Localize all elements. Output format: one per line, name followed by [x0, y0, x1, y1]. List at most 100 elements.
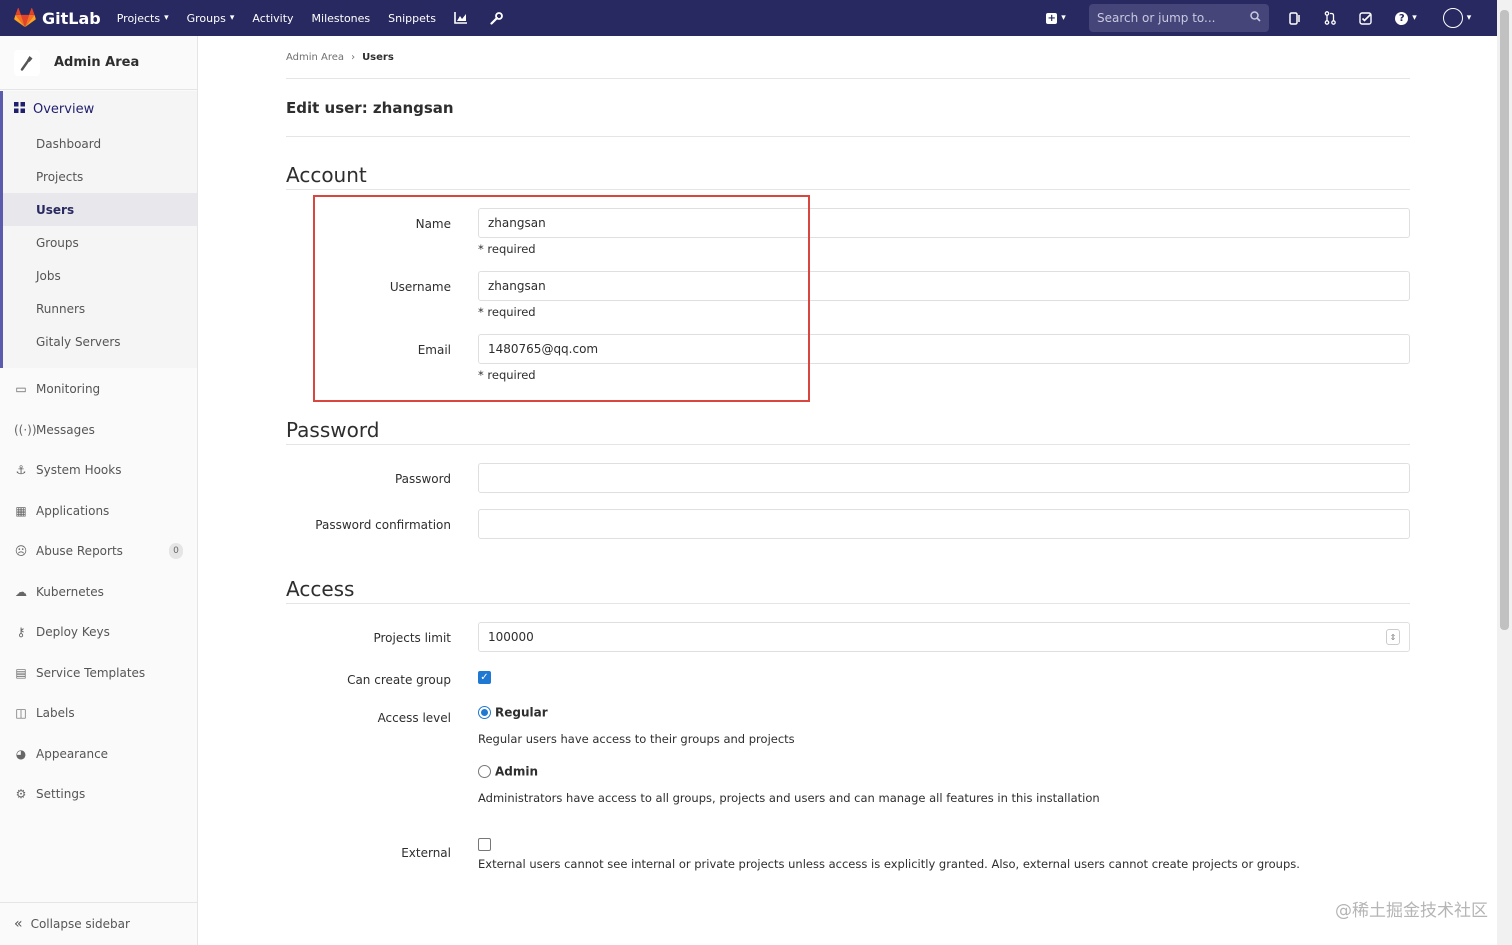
sidebar-subitem-dashboard[interactable]: Dashboard — [3, 127, 197, 160]
double-chevron-left-icon: « — [14, 916, 23, 932]
sidebar-item-monitoring[interactable]: ▭ Monitoring — [0, 369, 197, 410]
number-stepper-icon[interactable]: ⇕ — [1386, 629, 1400, 645]
nav-groups[interactable]: Groups ▾ — [187, 12, 235, 25]
todo-icon[interactable] — [1357, 10, 1373, 26]
sidebar-subitem-groups[interactable]: Groups — [3, 226, 197, 259]
user-menu-dropdown[interactable]: ▾ — [1439, 8, 1475, 28]
page-title: Edit user: zhangsan — [286, 79, 1410, 137]
nav-snippets-label: Snippets — [388, 11, 436, 25]
search-input[interactable]: Search or jump to... — [1089, 4, 1269, 32]
sidebar-subitem-users[interactable]: Users — [3, 193, 197, 226]
abuse-count-badge: 0 — [169, 543, 183, 560]
hook-icon: ⚓ — [15, 463, 27, 478]
admin-radio-label: Admin — [495, 764, 539, 779]
section-account-title: Account — [286, 163, 1410, 190]
sidebar-item-system-hooks[interactable]: ⚓ System Hooks — [0, 450, 197, 491]
password-row: Password — [286, 463, 1410, 493]
external-label: External — [401, 846, 451, 860]
nav-milestones[interactable]: Milestones — [312, 12, 371, 25]
projects-limit-row: Projects limit 100000 ⇕ — [286, 622, 1410, 652]
password-confirmation-label: Password confirmation — [315, 518, 451, 532]
search-placeholder: Search or jump to... — [1097, 11, 1216, 25]
sidebar-item-label: Appearance — [36, 746, 109, 761]
sidebar-item-deploy-keys[interactable]: ⚷ Deploy Keys — [0, 612, 197, 653]
sidebar-item-service-templates[interactable]: ▤ Service Templates — [0, 653, 197, 694]
chevron-down-icon: ▾ — [164, 13, 169, 23]
section-password-title: Password — [286, 418, 1410, 445]
regular-radio-option[interactable]: Regular — [478, 703, 1410, 720]
chevron-down-icon: ▾ — [1412, 13, 1417, 23]
sidebar-item-label: Monitoring — [36, 382, 101, 397]
sidebar-overview-group: Overview Dashboard Projects Users Groups… — [0, 91, 197, 368]
help-dropdown[interactable]: ? ▾ — [1392, 10, 1420, 26]
sidebar-item-messages[interactable]: ((·)) Messages — [0, 410, 197, 451]
apps-grid-icon: ▦ — [15, 503, 27, 518]
sidebar-item-kubernetes[interactable]: ☁ Kubernetes — [0, 572, 197, 613]
external-checkbox[interactable] — [478, 838, 491, 851]
merge-request-icon[interactable] — [1322, 10, 1338, 26]
chevron-down-icon: ▾ — [1466, 13, 1472, 23]
password-confirmation-row: Password confirmation — [286, 509, 1410, 539]
search-icon — [1250, 11, 1261, 25]
sidebar-item-label: Applications — [36, 503, 110, 518]
sidebar-subitem-projects[interactable]: Projects — [3, 160, 197, 193]
sidebar-item-labels[interactable]: ◫ Labels — [0, 693, 197, 734]
chart-icon[interactable] — [454, 12, 468, 24]
admin-help-text: Administrators have access to all groups… — [478, 791, 1100, 805]
chevron-down-icon: ▾ — [1061, 13, 1066, 23]
breadcrumb-users[interactable]: Users — [362, 52, 394, 63]
brand-name: GitLab — [42, 8, 101, 28]
sidebar-item-label: System Hooks — [36, 463, 122, 478]
regular-radio[interactable] — [478, 706, 491, 719]
watermark: @稀土掘金技术社区 — [1335, 901, 1488, 921]
sidebar-item-applications[interactable]: ▦ Applications — [0, 491, 197, 532]
face-icon: ☹ — [14, 544, 28, 559]
nav-snippets[interactable]: Snippets — [388, 12, 436, 25]
scrollbar-thumb[interactable] — [1500, 10, 1509, 630]
nav-activity[interactable]: Activity — [252, 12, 293, 25]
broadcast-icon: ((·)) — [14, 422, 37, 437]
sidebar-item-appearance[interactable]: ◕ Appearance — [0, 734, 197, 775]
sidebar-item-label: Abuse Reports — [36, 544, 123, 559]
new-item-dropdown[interactable]: + ▾ — [1042, 10, 1070, 26]
chevron-right-icon: › — [351, 51, 356, 63]
password-confirmation-field[interactable] — [478, 509, 1410, 539]
sidebar-item-settings[interactable]: ⚙ Settings — [0, 774, 197, 815]
cloud-gear-icon: ☁ — [15, 584, 27, 599]
sidebar-subitem-jobs[interactable]: Jobs — [3, 259, 197, 292]
plus-square-icon: + — [1046, 12, 1058, 24]
projects-limit-field[interactable]: 100000 ⇕ — [478, 622, 1410, 652]
highlight-box — [313, 195, 810, 402]
chevron-down-icon: ▾ — [229, 13, 235, 23]
password-field[interactable] — [478, 463, 1410, 493]
sidebar-subitem-runners[interactable]: Runners — [3, 292, 197, 325]
sidebar-header[interactable]: Admin Area — [0, 36, 197, 90]
breadcrumb-admin-area[interactable]: Admin Area — [286, 52, 344, 63]
section-access-title: Access — [286, 577, 1410, 604]
avatar — [1442, 8, 1463, 28]
collapse-sidebar-label: Collapse sidebar — [30, 917, 130, 931]
sidebar-item-overview[interactable]: Overview — [3, 91, 197, 127]
can-create-group-checkbox[interactable]: ✓ — [478, 671, 491, 684]
external-help-text: External users cannot see internal or pr… — [478, 857, 1300, 871]
page-scrollbar[interactable] — [1497, 0, 1512, 945]
sidebar-item-label: Messages — [36, 422, 95, 437]
nav-milestones-label: Milestones — [311, 11, 371, 25]
sidebar-item-abuse-reports[interactable]: ☹ Abuse Reports 0 — [0, 531, 197, 572]
projects-limit-label: Projects limit — [373, 631, 451, 645]
wrench-icon[interactable] — [490, 11, 503, 25]
gitlab-home-link[interactable]: GitLab — [14, 8, 101, 28]
labels-icon: ◫ — [15, 706, 27, 721]
issues-icon[interactable] — [1287, 10, 1303, 26]
regular-radio-label: Regular — [495, 705, 548, 720]
nav-projects[interactable]: Projects ▾ — [117, 12, 169, 25]
admin-radio[interactable] — [478, 765, 491, 778]
admin-sidebar: Admin Area Overview Dashboard Projects U… — [0, 36, 198, 945]
admin-radio-option[interactable]: Admin — [478, 764, 1410, 779]
breadcrumb: Admin Area › Users — [286, 36, 1410, 79]
nav-projects-label: Projects — [116, 11, 161, 25]
sidebar-subitem-gitaly-servers[interactable]: Gitaly Servers — [3, 325, 197, 358]
collapse-sidebar-button[interactable]: « Collapse sidebar — [0, 902, 197, 945]
question-icon: ? — [1395, 11, 1409, 25]
sidebar-item-label: Kubernetes — [36, 584, 104, 599]
